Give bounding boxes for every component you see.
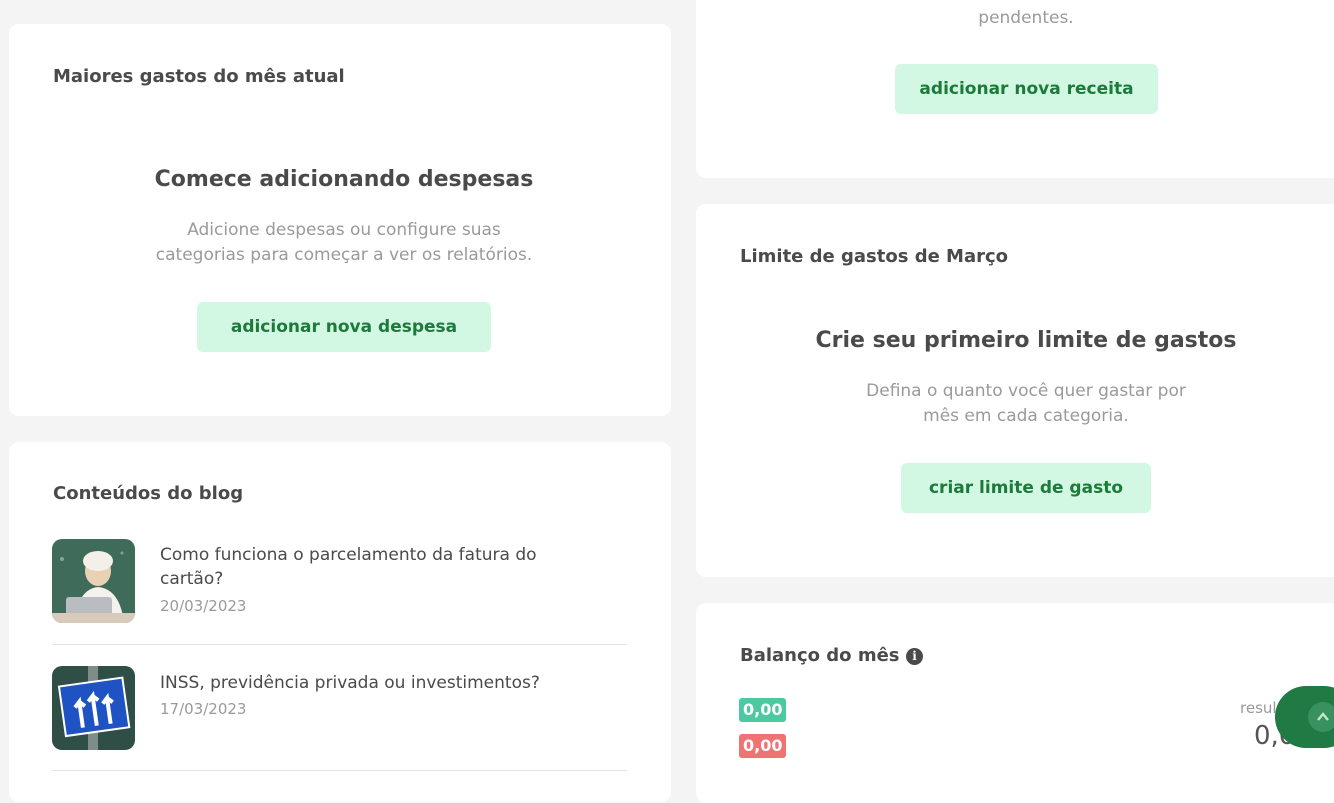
divider bbox=[52, 644, 627, 645]
woman-with-laptop-photo bbox=[52, 539, 135, 623]
add-income-button[interactable]: adicionar nova receita bbox=[895, 64, 1158, 114]
blog-post-title[interactable]: Como funciona o parcelamento da fatura d… bbox=[160, 543, 580, 591]
floating-action-button[interactable] bbox=[1275, 686, 1334, 748]
balance-title: Balanço do mês bbox=[740, 645, 900, 666]
top-expenses-empty-title: Comece adicionando despesas bbox=[154, 167, 534, 192]
chevron-up-icon bbox=[1308, 702, 1334, 732]
spending-limit-card: Limite de gastos de Março Crie seu prime… bbox=[696, 204, 1334, 577]
divider bbox=[52, 770, 627, 771]
blog-post-item[interactable]: Como funciona o parcelamento da fatura d… bbox=[52, 539, 627, 629]
blog-post-date: 17/03/2023 bbox=[160, 700, 247, 718]
expense-value-badge: 0,00 bbox=[739, 734, 787, 758]
road-sign-arrows-photo bbox=[52, 666, 135, 750]
spending-limit-empty-description: Defina o quanto você quer gastar por mês… bbox=[866, 381, 1186, 426]
info-icon[interactable]: i bbox=[906, 648, 923, 665]
blog-post-title[interactable]: INSS, previdência privada ou investiment… bbox=[160, 671, 610, 695]
blog-post-item[interactable]: INSS, previdência privada ou investiment… bbox=[52, 666, 627, 756]
add-expense-button[interactable]: adicionar nova despesa bbox=[197, 302, 491, 352]
income-value-badge: 0,00 bbox=[739, 698, 787, 722]
blog-title: Conteúdos do blog bbox=[53, 483, 244, 504]
spending-limit-title: Limite de gastos de Março bbox=[740, 246, 1009, 267]
top-expenses-title: Maiores gastos do mês atual bbox=[53, 66, 345, 87]
income-empty-description: pendentes. bbox=[978, 8, 1074, 28]
income-card: pendentes. adicionar nova receita bbox=[696, 0, 1334, 178]
create-limit-button[interactable]: criar limite de gasto bbox=[901, 463, 1151, 513]
spending-limit-empty-title: Crie seu primeiro limite de gastos bbox=[815, 328, 1237, 353]
result-label: resul bbox=[1240, 699, 1277, 717]
blog-post-date: 20/03/2023 bbox=[160, 597, 247, 615]
balance-card: Balanço do mês i 0,00 0,00 resul 0,0 bbox=[696, 603, 1334, 803]
top-expenses-empty-description: Adicione despesas ou configure suas cate… bbox=[155, 220, 533, 265]
top-expenses-card: Maiores gastos do mês atual Comece adici… bbox=[9, 24, 671, 416]
